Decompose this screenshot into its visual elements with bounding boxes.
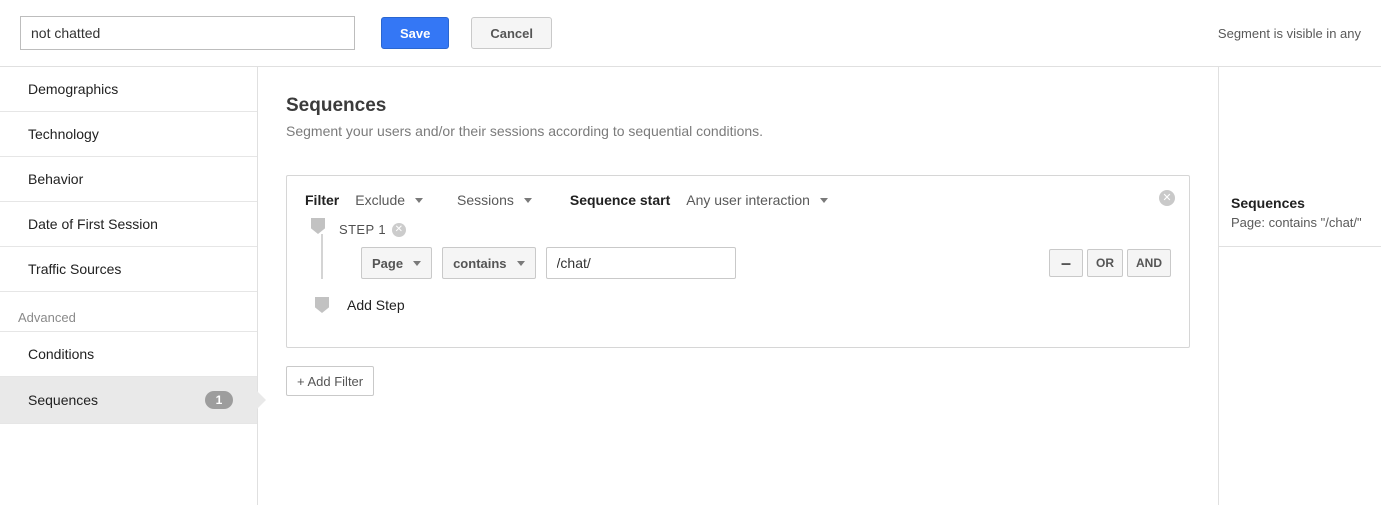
step-marker-icon bbox=[311, 218, 325, 234]
add-filter-button[interactable]: + Add Filter bbox=[286, 366, 374, 396]
scope-dropdown[interactable]: Sessions bbox=[453, 192, 536, 208]
sidebar-item-conditions[interactable]: Conditions bbox=[0, 331, 257, 377]
sidebar-item-behavior[interactable]: Behavior bbox=[0, 157, 257, 202]
step-marker-icon bbox=[315, 297, 329, 313]
page-subtitle: Segment your users and/or their sessions… bbox=[286, 123, 1190, 139]
sidebar-item-date-first-session[interactable]: Date of First Session bbox=[0, 202, 257, 247]
sidebar-item-count-badge: 1 bbox=[205, 391, 233, 409]
dimension-dropdown[interactable]: Page bbox=[361, 247, 432, 279]
page-title: Sequences bbox=[286, 95, 1190, 117]
sidebar-item-traffic-sources[interactable]: Traffic Sources bbox=[0, 247, 257, 292]
summary-condition-text: Page: contains "/chat/" bbox=[1231, 215, 1369, 230]
save-button[interactable]: Save bbox=[381, 17, 449, 49]
match-type-value: contains bbox=[453, 256, 506, 271]
add-step-row[interactable]: Add Step bbox=[305, 279, 1171, 331]
step-label: STEP 1 bbox=[339, 222, 386, 237]
match-type-dropdown[interactable]: contains bbox=[442, 247, 535, 279]
sidebar-item-label: Sequences bbox=[28, 392, 98, 408]
summary-panel: Sequences Page: contains "/chat/" bbox=[1218, 67, 1381, 505]
sidebar-group-advanced: Advanced bbox=[0, 292, 257, 331]
segment-name-input[interactable] bbox=[20, 16, 355, 50]
add-step-label: Add Step bbox=[347, 297, 405, 313]
remove-condition-button[interactable]: – bbox=[1049, 249, 1083, 277]
main-panel: Sequences Segment your users and/or thei… bbox=[258, 67, 1218, 505]
dimension-value: Page bbox=[372, 256, 403, 271]
caret-down-icon bbox=[820, 198, 828, 203]
scope-value: Sessions bbox=[457, 192, 514, 208]
and-button[interactable]: AND bbox=[1127, 249, 1171, 277]
caret-down-icon bbox=[517, 261, 525, 266]
sequence-start-label: Sequence start bbox=[570, 192, 670, 208]
segment-visibility-text: Segment is visible in any bbox=[1218, 26, 1361, 41]
sidebar: Demographics Technology Behavior Date of… bbox=[0, 67, 258, 505]
sequence-start-dropdown[interactable]: Any user interaction bbox=[682, 192, 832, 208]
caret-down-icon bbox=[524, 198, 532, 203]
filter-label: Filter bbox=[305, 192, 339, 208]
caret-down-icon bbox=[415, 198, 423, 203]
cancel-button[interactable]: Cancel bbox=[471, 17, 552, 49]
sidebar-item-demographics[interactable]: Demographics bbox=[0, 67, 257, 112]
remove-step-icon[interactable]: ✕ bbox=[392, 223, 406, 237]
condition-value-input[interactable] bbox=[546, 247, 736, 279]
or-button[interactable]: OR bbox=[1087, 249, 1123, 277]
sidebar-item-sequences[interactable]: Sequences 1 bbox=[0, 377, 257, 424]
include-exclude-value: Exclude bbox=[355, 192, 405, 208]
remove-filter-icon[interactable]: ✕ bbox=[1159, 190, 1175, 206]
sequence-start-value: Any user interaction bbox=[686, 192, 810, 208]
filter-card: ✕ Filter Exclude Sessions Sequence start bbox=[286, 175, 1190, 348]
summary-title: Sequences bbox=[1231, 195, 1369, 211]
include-exclude-dropdown[interactable]: Exclude bbox=[351, 192, 427, 208]
step-timeline bbox=[315, 218, 329, 279]
sidebar-item-technology[interactable]: Technology bbox=[0, 112, 257, 157]
caret-down-icon bbox=[413, 261, 421, 266]
